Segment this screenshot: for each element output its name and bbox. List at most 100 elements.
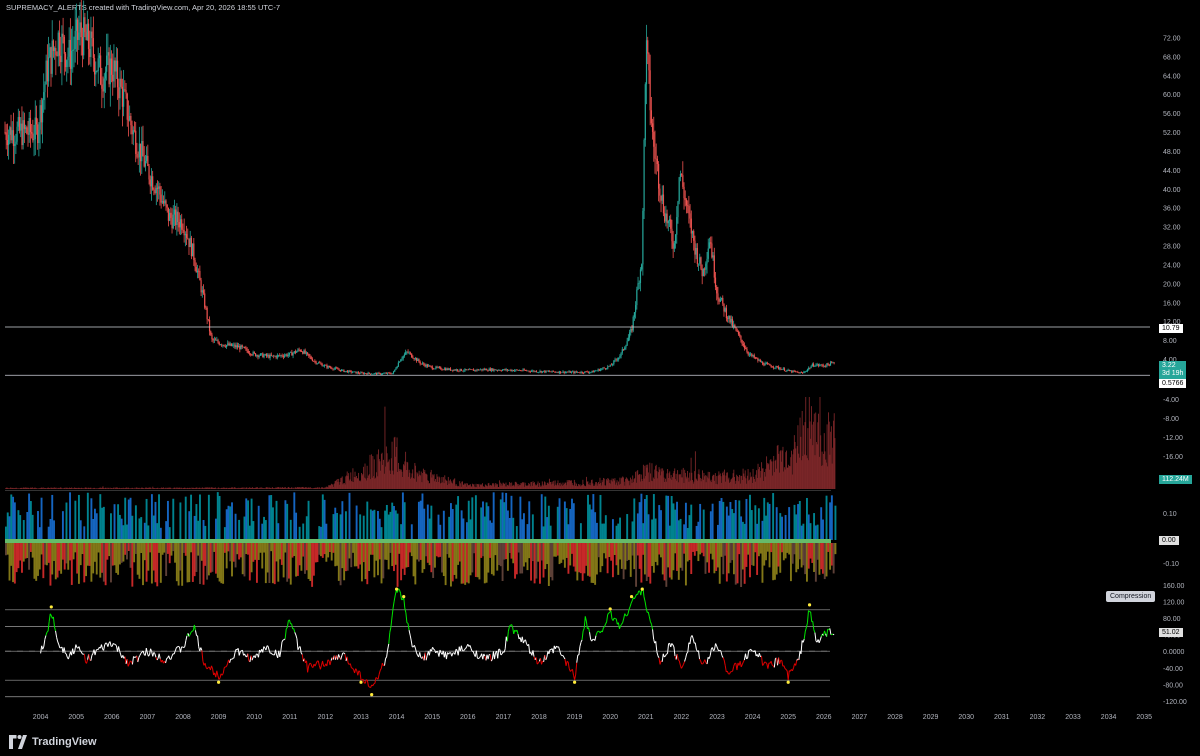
price-candle xyxy=(808,367,810,370)
oscillator-2-line-segment xyxy=(832,633,835,636)
price-candle xyxy=(509,369,511,371)
oscillator-1-negative-bar xyxy=(24,543,27,559)
oscillator-1-negative-bar xyxy=(108,543,111,557)
oscillator-1-negative-bar xyxy=(811,543,814,563)
price-candle xyxy=(440,367,442,370)
oscillator-1-positive-bar xyxy=(829,502,832,540)
oscillator-2-line-segment xyxy=(578,646,581,655)
price-candle xyxy=(390,373,392,375)
price-candle xyxy=(493,369,495,371)
oscillator-1-negative-bar xyxy=(384,543,387,560)
oscillator-1-negative-bar xyxy=(729,543,732,563)
price-candle xyxy=(43,92,45,101)
oscillator-1-negative-bar xyxy=(389,543,392,553)
price-candle xyxy=(559,371,562,373)
price-candle xyxy=(337,368,339,370)
oscillator-1-negative-bar xyxy=(10,543,13,566)
oscillator-1-positive-bar xyxy=(307,500,310,540)
price-candle xyxy=(776,366,778,367)
oscillator-1-negative-bar xyxy=(749,543,751,578)
oscillator-2-line-segment xyxy=(267,646,270,651)
price-candle xyxy=(428,365,430,367)
price-candle xyxy=(621,349,623,353)
oscillator-1-positive-bar xyxy=(190,494,193,540)
oscillator-1-negative-bar xyxy=(325,543,328,562)
oscillator-2-line-segment xyxy=(683,661,686,665)
price-candle xyxy=(6,139,9,146)
price-axis-tick: 20.00 xyxy=(1163,281,1181,288)
oscillator-2-line-segment xyxy=(497,649,500,659)
price-candle xyxy=(689,213,691,219)
oscillator-2-line-segment xyxy=(173,651,176,655)
price-candle xyxy=(74,30,76,49)
price-axis-tick: 32.00 xyxy=(1163,225,1181,232)
oscillator-2-line-segment xyxy=(742,659,745,663)
price-candle xyxy=(541,371,544,373)
price-candle xyxy=(217,340,219,343)
price-candle xyxy=(136,153,138,157)
oscillator-1-positive-bar xyxy=(369,509,372,540)
oscillator-1-positive-bar xyxy=(531,514,534,540)
price-candle xyxy=(717,293,719,299)
oscillator-2-line-segment xyxy=(280,641,283,651)
oscillator-1-negative-bar xyxy=(231,543,233,577)
oscillator-1-negative-bar xyxy=(784,543,787,559)
price-candle xyxy=(242,346,245,348)
price-candle xyxy=(54,47,56,51)
oscillator-1-negative-bar xyxy=(490,543,493,575)
oscillator-1-positive-bar xyxy=(727,515,730,540)
oscillator-1-negative-bar xyxy=(405,543,408,568)
oscillator-1-negative-bar xyxy=(444,543,447,586)
oscillator-2-axis-tick: 80.00 xyxy=(1163,616,1181,623)
oscillator-1-negative-bar xyxy=(45,543,48,566)
oscillator-1-positive-bar xyxy=(658,505,661,540)
oscillator-1-negative-bar xyxy=(442,543,445,577)
oscillator-1-negative-bar xyxy=(63,543,66,570)
price-candle xyxy=(800,372,803,374)
oscillator-2-line-segment xyxy=(410,640,413,647)
oscillator-1-negative-bar xyxy=(181,543,184,586)
volume-axis-tick: -16.00 xyxy=(1163,454,1183,461)
price-candle xyxy=(102,88,104,92)
price-candle xyxy=(85,32,87,40)
oscillator-2-line-segment xyxy=(206,667,209,670)
price-candle xyxy=(326,365,328,368)
price-candle xyxy=(695,247,697,255)
oscillator-1-positive-bar xyxy=(617,523,620,540)
oscillator-2-line-segment xyxy=(722,657,725,661)
oscillator-1-positive-bar xyxy=(261,523,264,540)
price-candle xyxy=(540,370,542,373)
price-axis-tick: 52.00 xyxy=(1163,130,1181,137)
price-candle xyxy=(633,312,636,317)
oscillator-1-positive-bar xyxy=(647,514,650,540)
price-candle xyxy=(720,297,723,300)
oscillator-1-negative-bar xyxy=(827,543,830,552)
oscillator-1-negative-bar xyxy=(786,543,789,553)
oscillator-2-line-segment xyxy=(43,639,46,647)
oscillator-2-line-segment xyxy=(791,667,795,671)
oscillator-2-line-segment xyxy=(317,660,320,666)
price-candle xyxy=(20,123,22,131)
price-candle xyxy=(472,369,475,371)
price-candle xyxy=(556,372,558,373)
price-candle xyxy=(311,359,314,362)
price-candle xyxy=(219,344,222,346)
price-candle xyxy=(827,363,829,365)
oscillator-1-positive-bar xyxy=(12,496,15,540)
oscillator-1-positive-bar xyxy=(636,513,639,540)
price-candle xyxy=(513,370,516,372)
price-candle xyxy=(769,364,771,366)
oscillator-1-positive-bar xyxy=(348,492,351,540)
chart-canvas[interactable]: 72.0068.0064.0060.0056.0052.0048.0044.00… xyxy=(0,0,1200,756)
oscillator-1-positive-bar xyxy=(563,501,566,540)
oscillator-2-line-segment xyxy=(521,636,524,644)
oscillator-1-negative-bar xyxy=(28,543,31,570)
oscillator-1-negative-bar xyxy=(302,543,305,557)
price-candle xyxy=(261,353,263,354)
oscillator-1-positive-bar xyxy=(401,492,404,540)
tradingview-logo[interactable]: TradingView xyxy=(8,733,97,751)
oscillator-2-line-segment xyxy=(100,644,104,650)
price-candle xyxy=(580,371,582,373)
x-axis-year-label: 2020 xyxy=(602,714,618,721)
oscillator-1-positive-bar xyxy=(129,497,132,540)
